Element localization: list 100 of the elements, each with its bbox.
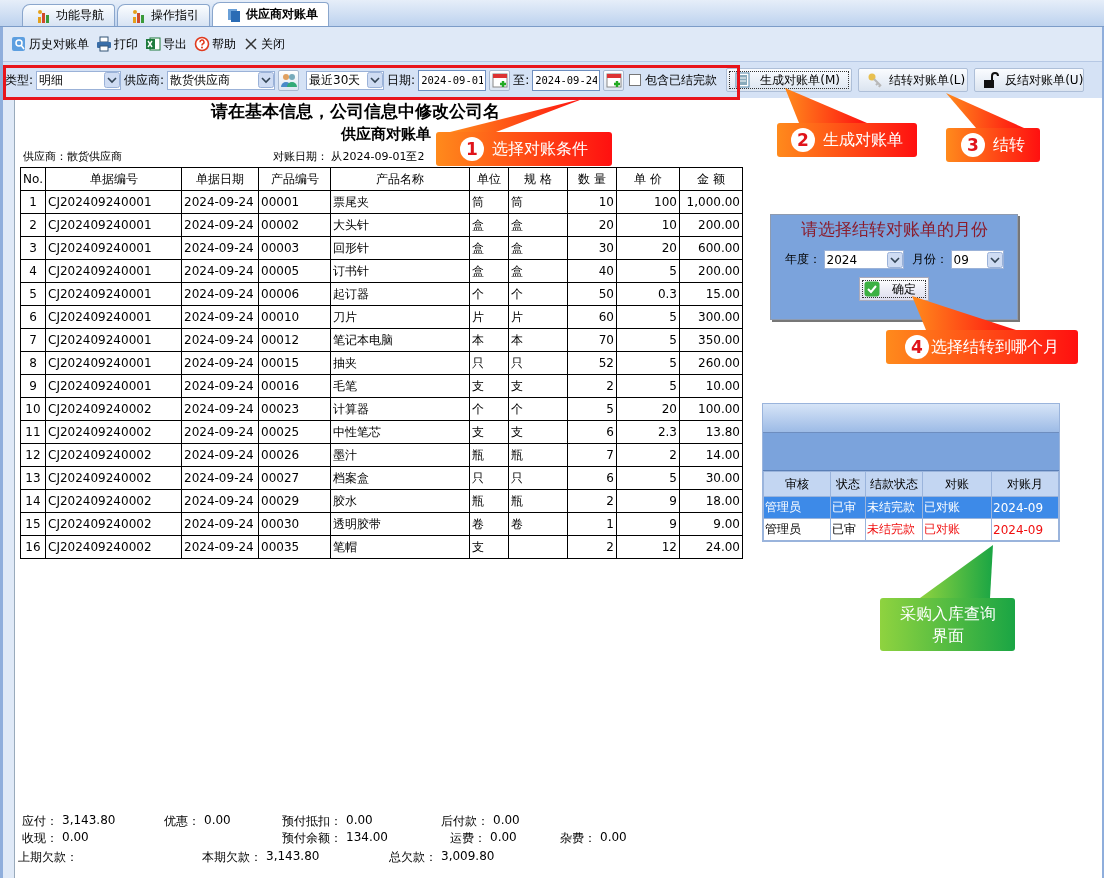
dropdown[interactable]: 09	[950, 250, 1004, 269]
calendar-button[interactable]	[603, 69, 625, 91]
table-cell: 100.00	[679, 397, 743, 421]
table-cell: 12	[616, 535, 680, 559]
dropdown[interactable]: 明细	[36, 70, 122, 90]
total-label: 应付：	[22, 813, 58, 830]
table-cell: 盒	[469, 213, 509, 237]
toolbar-button[interactable]: 历史对账单	[11, 35, 89, 53]
toolbar-button[interactable]: 帮助	[194, 35, 236, 53]
callout-text: 采购入库查询界面	[898, 602, 997, 647]
callout-text: 选择对账条件	[492, 138, 588, 160]
caret-icon	[104, 72, 121, 88]
header-cell: 对账	[922, 471, 992, 497]
checkbox-label[interactable]: 包含已结完款	[645, 71, 718, 89]
table-cell: 2024-09-24	[181, 535, 259, 559]
date-range-text: 对账日期： 从2024-09-01至2	[273, 149, 425, 165]
table-cell: 笔记本电脑	[330, 328, 470, 352]
table-cell: 盒	[508, 259, 568, 283]
grid-row[interactable]: 管理员 已审 未结完款 已对账 2024-09	[763, 496, 1059, 519]
table-cell: 胶水	[330, 489, 470, 513]
table-cell: 3	[20, 236, 46, 260]
total-label: 上期欠款：	[18, 849, 78, 866]
table-cell: 计算器	[330, 397, 470, 421]
action-button[interactable]: 反结对账单(U)	[974, 68, 1085, 92]
table-cell: 00035	[258, 535, 331, 559]
table-cell: 2024-09-24	[181, 282, 259, 306]
header-cell: 数 量	[567, 167, 617, 191]
total-value: 134.00	[346, 830, 388, 846]
total-value: 0.00	[600, 830, 627, 846]
header-cell: 单位	[469, 167, 509, 191]
table-cell: 筒	[469, 190, 509, 214]
table-cell: 7	[567, 443, 617, 467]
total-label: 预付抵扣：	[282, 813, 342, 830]
table-cell: 6	[20, 305, 46, 329]
table-cell: CJ202409240001	[45, 236, 182, 260]
calendar-button[interactable]	[489, 69, 511, 91]
unlock-icon	[983, 72, 1000, 88]
table-cell: 支	[508, 420, 568, 444]
table-cell: CJ202409240001	[45, 259, 182, 283]
table-cell: 只	[469, 351, 509, 375]
table-cell: 盒	[508, 236, 568, 260]
table-cell: 00023	[258, 397, 331, 421]
total-label: 总欠款：	[389, 849, 437, 866]
table-cell: CJ202409240001	[45, 282, 182, 306]
dropdown[interactable]: 散货供应商	[167, 70, 276, 90]
tab[interactable]: 操作指引	[117, 4, 210, 26]
table-cell: 16	[20, 535, 46, 559]
total-value: 0.00	[346, 813, 373, 829]
tab[interactable]: 功能导航	[22, 4, 115, 26]
action-button[interactable]: 结转对账单(L)	[858, 68, 969, 92]
chart-icon	[132, 8, 146, 23]
header-cell: 产品名称	[330, 167, 470, 191]
table-cell: CJ202409240001	[45, 305, 182, 329]
table-cell: 00006	[258, 282, 331, 306]
header-cell: 单据日期	[181, 167, 259, 191]
ok-button[interactable]: 确定	[859, 277, 929, 301]
supplier-button[interactable]	[278, 69, 300, 91]
toolbar-button[interactable]: 导出	[145, 35, 187, 53]
date-field[interactable]: 2024-09-24	[532, 69, 601, 91]
table-cell: 00015	[258, 351, 331, 375]
calendar-icon	[605, 72, 622, 88]
table-cell: 00002	[258, 213, 331, 237]
table-cell: 600.00	[679, 236, 743, 260]
toolbar-button[interactable]: 打印	[96, 35, 138, 53]
checkbox[interactable]	[629, 74, 642, 86]
dropdown[interactable]: 2024	[823, 250, 904, 269]
table-cell: 只	[508, 351, 568, 375]
table-cell: 支	[469, 374, 509, 398]
header-cell: 状态	[830, 471, 866, 497]
dropdown[interactable]: 最近30天	[306, 70, 385, 90]
table-cell: 只	[508, 466, 568, 490]
table-cell: 片	[469, 305, 509, 329]
field-label: 年度：	[784, 251, 821, 268]
table-cell: 个	[469, 282, 509, 306]
date-field[interactable]: 2024-09-01	[418, 69, 487, 91]
table-cell: 片	[508, 305, 568, 329]
total-label: 收现：	[22, 830, 58, 847]
table-cell: 14.00	[679, 443, 743, 467]
table-cell: 00012	[258, 328, 331, 352]
table-cell: 2024-09-24	[181, 443, 259, 467]
total-value: 0.00	[493, 813, 520, 829]
total-value: 3,009.80	[441, 849, 495, 865]
table-cell: 5	[616, 328, 680, 352]
table-cell: 卷	[508, 512, 568, 536]
table-cell: CJ202409240002	[45, 489, 182, 513]
total-value: 0.00	[204, 813, 231, 829]
table-cell: 2024-09-24	[181, 236, 259, 260]
table-cell: 墨汁	[330, 443, 470, 467]
table-cell: 52	[567, 351, 617, 375]
table-cell: 18.00	[679, 489, 743, 513]
action-button[interactable]: 生成对账单(M)	[726, 68, 853, 92]
table-cell: 14	[20, 489, 46, 513]
document-icon	[11, 36, 27, 52]
table-cell: 刀片	[330, 305, 470, 329]
tab[interactable]: 供应商对账单	[212, 2, 329, 26]
table-cell: 1,000.00	[679, 190, 743, 214]
toolbar-button[interactable]: 关闭	[243, 35, 285, 53]
grid-row[interactable]: 管理员 已审 未结完款 已对账 2024-09	[763, 518, 1059, 541]
spreadsheet-icon	[145, 36, 161, 52]
table-cell: 200.00	[679, 259, 743, 283]
